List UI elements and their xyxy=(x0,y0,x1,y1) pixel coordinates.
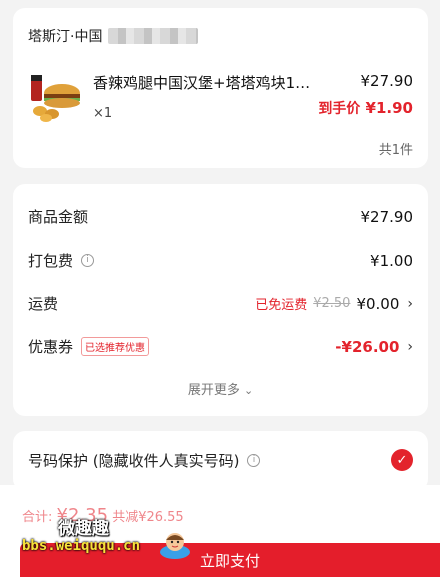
total-label: 合计: xyxy=(22,510,53,525)
pay-now-label: 立即支付 xyxy=(199,551,260,570)
privacy-label: 号码保护 (隐藏收件人真实号码) xyxy=(28,451,240,470)
order-card: 塔斯汀·中国 香辣鸡腿中国汉堡+塔塔鸡块1… ×1 ¥27.90 到手价 ¥1.… xyxy=(13,8,428,168)
item-count: 共1件 xyxy=(378,143,413,158)
coupon-value: -¥26.00 xyxy=(335,337,400,356)
coupon-row[interactable]: 优惠券 已选推荐优惠 -¥26.00 › xyxy=(28,336,413,357)
info-icon[interactable]: i xyxy=(81,254,95,267)
price-detail-card: 商品金额 ¥27.90 打包费 i ¥1.00 运费 已免运费 ¥2.50 ¥0… xyxy=(13,184,428,416)
chevron-right-icon: › xyxy=(407,338,413,355)
chevron-down-icon: ⌄ xyxy=(243,384,254,397)
shipping-label: 运费 xyxy=(28,295,59,313)
product-quantity: ×1 xyxy=(93,106,113,121)
chevron-right-icon: › xyxy=(407,295,413,312)
check-icon[interactable]: ✓ xyxy=(391,449,413,471)
product-thumbnail[interactable] xyxy=(28,67,86,125)
shipping-row[interactable]: 运费 已免运费 ¥2.50 ¥0.00 › xyxy=(28,293,413,314)
final-price-value: ¥1.90 xyxy=(365,99,413,117)
shop-name: 塔斯汀·中国 xyxy=(28,29,103,45)
privacy-card: 号码保护 (隐藏收件人真实号码) i ✓ xyxy=(13,431,428,491)
product-price: ¥27.90 xyxy=(360,72,414,90)
expand-more-label: 展开更多 xyxy=(187,383,240,398)
packing-fee-row: 打包费 i ¥1.00 xyxy=(28,250,413,271)
watermark-url: bbs.weiququ.cn xyxy=(22,538,141,554)
watermark-title: 微趣趣 xyxy=(58,519,109,539)
final-price-label: 到手价 xyxy=(318,101,361,117)
saved-amount: 共减¥26.55 xyxy=(112,510,184,525)
watermark-mascot-icon xyxy=(160,533,190,559)
shop-header[interactable]: 塔斯汀·中国 xyxy=(28,26,199,46)
info-icon[interactable]: i xyxy=(247,453,261,467)
blurred-shop-detail xyxy=(108,28,199,44)
coupon-label: 优惠券 xyxy=(28,338,74,356)
expand-more-button[interactable]: 展开更多 ⌄ xyxy=(13,379,428,398)
goods-amount-label: 商品金额 xyxy=(28,208,89,226)
coupon-tag: 已选推荐优惠 xyxy=(81,337,150,356)
coupon-value-group: -¥26.00 › xyxy=(335,338,413,356)
packing-fee-value: ¥1.00 xyxy=(370,251,413,270)
coupon-label-wrap: 优惠券 已选推荐优惠 xyxy=(28,336,150,357)
goods-amount-row: 商品金额 ¥27.90 xyxy=(28,206,413,227)
packing-fee-label: 打包费 xyxy=(28,252,74,270)
privacy-row[interactable]: 号码保护 (隐藏收件人真实号码) i ✓ xyxy=(28,449,413,471)
shipping-value-group: 已免运费 ¥2.50 ¥0.00 › xyxy=(255,294,413,314)
product-name[interactable]: 香辣鸡腿中国汉堡+塔塔鸡块1… xyxy=(93,72,338,93)
shipping-fee: ¥0.00 xyxy=(356,294,400,313)
goods-amount-value: ¥27.90 xyxy=(360,207,414,226)
shipping-waived: 已免运费 xyxy=(255,298,308,313)
final-price: 到手价 ¥1.90 xyxy=(318,98,413,118)
packing-fee-label-wrap: 打包费 i xyxy=(28,250,95,271)
shipping-original-price: ¥2.50 xyxy=(313,296,351,311)
